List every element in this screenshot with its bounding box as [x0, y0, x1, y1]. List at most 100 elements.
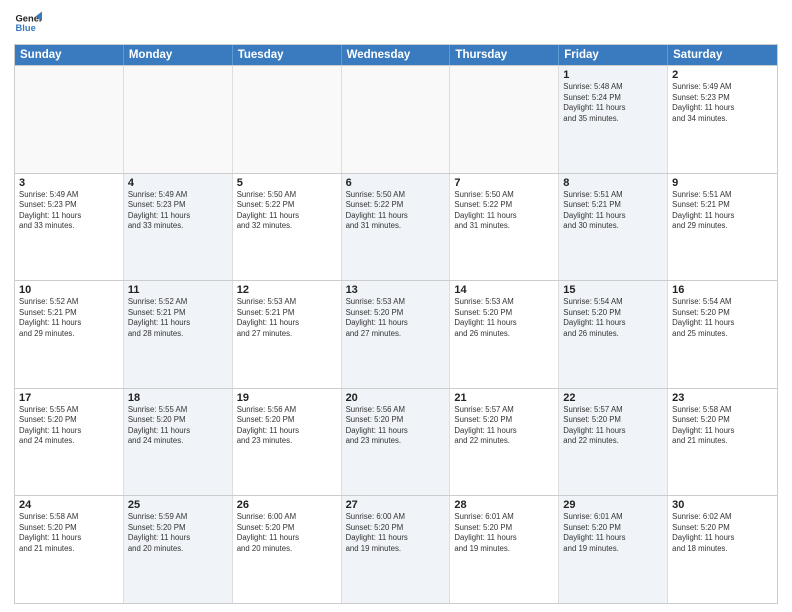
day-cell-10: 10Sunrise: 5:52 AM Sunset: 5:21 PM Dayli…: [15, 281, 124, 388]
weekday-header-thursday: Thursday: [450, 45, 559, 65]
day-info: Sunrise: 5:54 AM Sunset: 5:20 PM Dayligh…: [563, 297, 663, 339]
day-cell-empty: [124, 66, 233, 173]
day-info: Sunrise: 5:57 AM Sunset: 5:20 PM Dayligh…: [563, 405, 663, 447]
day-cell-29: 29Sunrise: 6:01 AM Sunset: 5:20 PM Dayli…: [559, 496, 668, 603]
day-cell-3: 3Sunrise: 5:49 AM Sunset: 5:23 PM Daylig…: [15, 174, 124, 281]
day-number: 18: [128, 392, 228, 404]
day-cell-18: 18Sunrise: 5:55 AM Sunset: 5:20 PM Dayli…: [124, 389, 233, 496]
day-cell-5: 5Sunrise: 5:50 AM Sunset: 5:22 PM Daylig…: [233, 174, 342, 281]
week-row-3: 17Sunrise: 5:55 AM Sunset: 5:20 PM Dayli…: [15, 388, 777, 496]
day-cell-2: 2Sunrise: 5:49 AM Sunset: 5:23 PM Daylig…: [668, 66, 777, 173]
day-info: Sunrise: 5:49 AM Sunset: 5:23 PM Dayligh…: [128, 190, 228, 232]
logo: General Blue: [14, 10, 42, 38]
day-number: 4: [128, 177, 228, 189]
day-info: Sunrise: 5:58 AM Sunset: 5:20 PM Dayligh…: [19, 512, 119, 554]
day-cell-26: 26Sunrise: 6:00 AM Sunset: 5:20 PM Dayli…: [233, 496, 342, 603]
day-number: 27: [346, 499, 446, 511]
day-info: Sunrise: 6:00 AM Sunset: 5:20 PM Dayligh…: [237, 512, 337, 554]
day-number: 24: [19, 499, 119, 511]
day-info: Sunrise: 5:57 AM Sunset: 5:20 PM Dayligh…: [454, 405, 554, 447]
day-cell-7: 7Sunrise: 5:50 AM Sunset: 5:22 PM Daylig…: [450, 174, 559, 281]
day-info: Sunrise: 5:56 AM Sunset: 5:20 PM Dayligh…: [237, 405, 337, 447]
day-cell-27: 27Sunrise: 6:00 AM Sunset: 5:20 PM Dayli…: [342, 496, 451, 603]
day-number: 15: [563, 284, 663, 296]
day-info: Sunrise: 5:53 AM Sunset: 5:21 PM Dayligh…: [237, 297, 337, 339]
day-number: 10: [19, 284, 119, 296]
day-info: Sunrise: 5:53 AM Sunset: 5:20 PM Dayligh…: [454, 297, 554, 339]
day-number: 30: [672, 499, 773, 511]
day-info: Sunrise: 5:50 AM Sunset: 5:22 PM Dayligh…: [346, 190, 446, 232]
logo-icon: General Blue: [14, 10, 42, 38]
week-row-4: 24Sunrise: 5:58 AM Sunset: 5:20 PM Dayli…: [15, 495, 777, 603]
day-info: Sunrise: 5:49 AM Sunset: 5:23 PM Dayligh…: [19, 190, 119, 232]
day-cell-16: 16Sunrise: 5:54 AM Sunset: 5:20 PM Dayli…: [668, 281, 777, 388]
day-info: Sunrise: 6:01 AM Sunset: 5:20 PM Dayligh…: [454, 512, 554, 554]
calendar: SundayMondayTuesdayWednesdayThursdayFrid…: [14, 44, 778, 604]
day-number: 23: [672, 392, 773, 404]
day-info: Sunrise: 5:55 AM Sunset: 5:20 PM Dayligh…: [128, 405, 228, 447]
day-number: 22: [563, 392, 663, 404]
svg-text:Blue: Blue: [16, 23, 36, 33]
page: General Blue SundayMondayTuesdayWednesda…: [0, 0, 792, 612]
day-cell-empty: [15, 66, 124, 173]
day-number: 25: [128, 499, 228, 511]
day-info: Sunrise: 5:51 AM Sunset: 5:21 PM Dayligh…: [672, 190, 773, 232]
day-cell-8: 8Sunrise: 5:51 AM Sunset: 5:21 PM Daylig…: [559, 174, 668, 281]
weekday-header-tuesday: Tuesday: [233, 45, 342, 65]
day-cell-12: 12Sunrise: 5:53 AM Sunset: 5:21 PM Dayli…: [233, 281, 342, 388]
day-info: Sunrise: 5:52 AM Sunset: 5:21 PM Dayligh…: [19, 297, 119, 339]
day-cell-13: 13Sunrise: 5:53 AM Sunset: 5:20 PM Dayli…: [342, 281, 451, 388]
day-cell-6: 6Sunrise: 5:50 AM Sunset: 5:22 PM Daylig…: [342, 174, 451, 281]
day-number: 28: [454, 499, 554, 511]
day-cell-30: 30Sunrise: 6:02 AM Sunset: 5:20 PM Dayli…: [668, 496, 777, 603]
day-cell-empty: [342, 66, 451, 173]
day-number: 16: [672, 284, 773, 296]
day-number: 14: [454, 284, 554, 296]
day-info: Sunrise: 5:52 AM Sunset: 5:21 PM Dayligh…: [128, 297, 228, 339]
day-number: 12: [237, 284, 337, 296]
day-info: Sunrise: 6:01 AM Sunset: 5:20 PM Dayligh…: [563, 512, 663, 554]
day-cell-empty: [450, 66, 559, 173]
day-info: Sunrise: 5:56 AM Sunset: 5:20 PM Dayligh…: [346, 405, 446, 447]
day-cell-25: 25Sunrise: 5:59 AM Sunset: 5:20 PM Dayli…: [124, 496, 233, 603]
day-info: Sunrise: 5:54 AM Sunset: 5:20 PM Dayligh…: [672, 297, 773, 339]
day-info: Sunrise: 5:49 AM Sunset: 5:23 PM Dayligh…: [672, 82, 773, 124]
day-cell-9: 9Sunrise: 5:51 AM Sunset: 5:21 PM Daylig…: [668, 174, 777, 281]
day-info: Sunrise: 5:51 AM Sunset: 5:21 PM Dayligh…: [563, 190, 663, 232]
day-cell-15: 15Sunrise: 5:54 AM Sunset: 5:20 PM Dayli…: [559, 281, 668, 388]
weekday-header-wednesday: Wednesday: [342, 45, 451, 65]
day-info: Sunrise: 6:00 AM Sunset: 5:20 PM Dayligh…: [346, 512, 446, 554]
day-number: 9: [672, 177, 773, 189]
day-info: Sunrise: 6:02 AM Sunset: 5:20 PM Dayligh…: [672, 512, 773, 554]
day-cell-19: 19Sunrise: 5:56 AM Sunset: 5:20 PM Dayli…: [233, 389, 342, 496]
day-number: 29: [563, 499, 663, 511]
calendar-header: SundayMondayTuesdayWednesdayThursdayFrid…: [15, 45, 777, 65]
day-number: 13: [346, 284, 446, 296]
day-number: 8: [563, 177, 663, 189]
day-cell-24: 24Sunrise: 5:58 AM Sunset: 5:20 PM Dayli…: [15, 496, 124, 603]
day-info: Sunrise: 5:58 AM Sunset: 5:20 PM Dayligh…: [672, 405, 773, 447]
day-cell-22: 22Sunrise: 5:57 AM Sunset: 5:20 PM Dayli…: [559, 389, 668, 496]
day-number: 26: [237, 499, 337, 511]
day-number: 1: [563, 69, 663, 81]
day-cell-21: 21Sunrise: 5:57 AM Sunset: 5:20 PM Dayli…: [450, 389, 559, 496]
day-info: Sunrise: 5:50 AM Sunset: 5:22 PM Dayligh…: [454, 190, 554, 232]
day-info: Sunrise: 5:50 AM Sunset: 5:22 PM Dayligh…: [237, 190, 337, 232]
day-cell-11: 11Sunrise: 5:52 AM Sunset: 5:21 PM Dayli…: [124, 281, 233, 388]
day-number: 11: [128, 284, 228, 296]
day-cell-20: 20Sunrise: 5:56 AM Sunset: 5:20 PM Dayli…: [342, 389, 451, 496]
day-info: Sunrise: 5:55 AM Sunset: 5:20 PM Dayligh…: [19, 405, 119, 447]
header: General Blue: [14, 10, 778, 38]
day-cell-28: 28Sunrise: 6:01 AM Sunset: 5:20 PM Dayli…: [450, 496, 559, 603]
day-info: Sunrise: 5:53 AM Sunset: 5:20 PM Dayligh…: [346, 297, 446, 339]
calendar-body: 1Sunrise: 5:48 AM Sunset: 5:24 PM Daylig…: [15, 65, 777, 603]
weekday-header-saturday: Saturday: [668, 45, 777, 65]
day-number: 6: [346, 177, 446, 189]
day-cell-14: 14Sunrise: 5:53 AM Sunset: 5:20 PM Dayli…: [450, 281, 559, 388]
week-row-1: 3Sunrise: 5:49 AM Sunset: 5:23 PM Daylig…: [15, 173, 777, 281]
day-cell-empty: [233, 66, 342, 173]
day-number: 2: [672, 69, 773, 81]
weekday-header-monday: Monday: [124, 45, 233, 65]
day-cell-1: 1Sunrise: 5:48 AM Sunset: 5:24 PM Daylig…: [559, 66, 668, 173]
day-info: Sunrise: 5:59 AM Sunset: 5:20 PM Dayligh…: [128, 512, 228, 554]
